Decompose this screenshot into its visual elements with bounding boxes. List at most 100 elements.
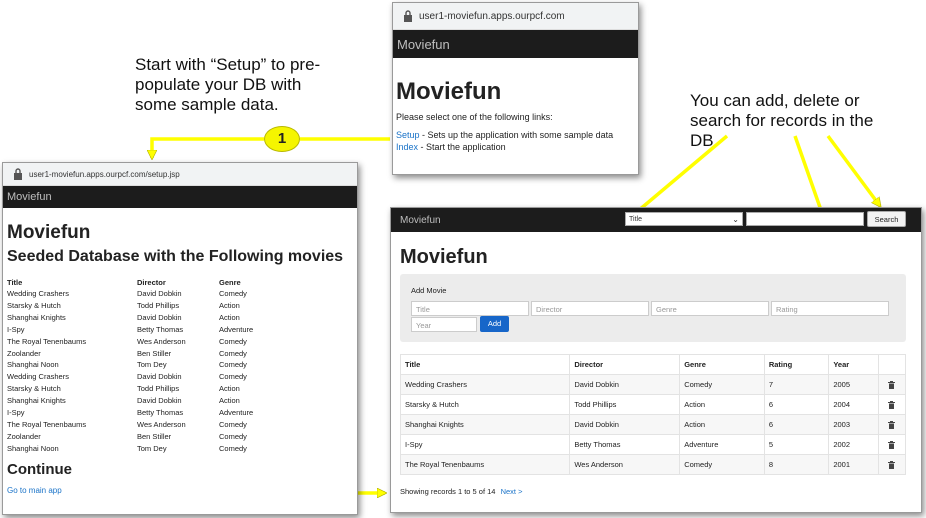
table-cell: Shanghai Noon — [7, 443, 59, 453]
table-cell: Wes Anderson — [137, 419, 186, 429]
main-app-link[interactable]: Go to main app — [7, 486, 357, 495]
search-select-value: Title — [629, 216, 642, 223]
app-browser-window: Moviefun Title ⌄ Search Moviefun Add Mov… — [390, 207, 922, 513]
add-callout: You can add, delete or search for record… — [690, 91, 920, 151]
table-cell: The Royal Tenenbaums — [7, 336, 87, 346]
page-title: Moviefun — [400, 246, 488, 268]
rating-input[interactable]: Rating — [771, 301, 889, 316]
url-bar[interactable]: user1-moviefun.apps.ourpcf.com/setup.jsp — [3, 163, 357, 186]
trash-icon[interactable] — [888, 440, 896, 449]
add-movie-panel: Add Movie Title Director Genre Rating Ye… — [400, 274, 906, 342]
table-cell: Wedding Crashers — [399, 374, 571, 395]
table-cell: Betty Thomas — [137, 408, 184, 418]
table-cell: Betty Thomas — [137, 324, 184, 334]
table-cell: The Royal Tenenbaums — [399, 454, 571, 475]
table-cell: Wes Anderson — [137, 336, 186, 346]
lock-icon — [404, 10, 412, 22]
table-cell: Comedy — [219, 443, 247, 453]
table-cell: The Royal Tenenbaums — [7, 419, 87, 429]
table-row: The Royal Tenenbaums Wes Anderson Comedy — [7, 336, 299, 348]
delete-cell — [877, 394, 907, 415]
table-row: The Royal Tenenbaums Wes Anderson Comedy — [7, 419, 299, 431]
table-cell: 2005 — [828, 374, 879, 395]
table-cell: Action — [219, 384, 240, 394]
brand[interactable]: Moviefun — [7, 191, 52, 203]
trash-icon[interactable] — [888, 420, 896, 429]
table-row: Wedding Crashers David Dobkin Comedy — [7, 371, 299, 383]
index-line: Index - Start the application — [396, 142, 638, 152]
table-cell: Action — [679, 414, 765, 435]
step-1-badge: 1 — [264, 126, 300, 152]
table-cell: 2002 — [828, 434, 879, 455]
arrow-1-down — [152, 137, 264, 158]
callout-line: some sample data. — [135, 95, 279, 114]
table-cell: Shanghai Knights — [399, 414, 571, 435]
page-title: Moviefun — [7, 222, 91, 243]
trash-icon[interactable] — [888, 380, 896, 389]
table-cell: Tom Dey — [137, 443, 167, 453]
year-input[interactable]: Year — [411, 317, 477, 332]
table-cell: Shanghai Knights — [7, 396, 66, 406]
table-cell: Action — [679, 394, 765, 415]
table-cell: Shanghai Noon — [7, 360, 59, 370]
table-cell: Ben Stiller — [137, 431, 172, 441]
url-bar[interactable]: user1-moviefun.apps.ourpcf.com — [393, 3, 638, 30]
column-header — [877, 354, 907, 375]
table-cell: 2004 — [828, 394, 879, 415]
brand[interactable]: Moviefun — [400, 215, 441, 226]
table-row: I-Spy Betty Thomas Adventure 5 2002 — [399, 434, 907, 455]
next-link[interactable]: Next > — [501, 487, 523, 496]
director-input[interactable]: Director — [531, 301, 649, 316]
search-field-select[interactable]: Title ⌄ — [625, 212, 743, 226]
brand[interactable]: Moviefun — [397, 37, 450, 52]
table-cell: David Dobkin — [137, 312, 182, 322]
callout-line: You can add, delete or — [690, 91, 860, 110]
continue-heading: Continue — [7, 460, 72, 478]
table-cell: Starsky & Hutch — [7, 300, 61, 310]
page-title: Moviefun — [396, 78, 502, 105]
table-row: Zoolander Ben Stiller Comedy — [7, 431, 299, 443]
table-cell: 6 — [763, 414, 830, 435]
table-row: Zoolander Ben Stiller Comedy — [7, 348, 299, 360]
column-header: Year — [828, 354, 879, 375]
lock-icon — [14, 168, 22, 180]
genre-input[interactable]: Genre — [651, 301, 769, 316]
setup-link[interactable]: Setup — [396, 130, 420, 140]
table-cell: I-Spy — [7, 324, 25, 334]
table-row: I-Spy Betty Thomas Adventure — [7, 407, 299, 419]
table-cell: Comedy — [219, 336, 247, 346]
table-row: The Royal Tenenbaums Wes Anderson Comedy 8 2… — [399, 454, 907, 475]
trash-icon[interactable] — [888, 460, 896, 469]
table-cell: Comedy — [679, 454, 765, 475]
table-cell: 8 — [763, 454, 830, 475]
table-cell: Adventure — [219, 324, 254, 334]
showing-text: Showing records 1 to 5 of 14 — [400, 487, 496, 496]
search-button[interactable]: Search — [867, 211, 906, 227]
delete-cell — [877, 434, 907, 455]
table-row: Wedding Crashers David Dobkin Comedy — [7, 288, 299, 300]
table-row: Starsky & Hutch Todd Phillips Action — [7, 383, 299, 395]
table-cell: Zoolander — [7, 348, 41, 358]
table-row: I-Spy Betty Thomas Adventure — [7, 324, 299, 336]
add-button[interactable]: Add — [480, 316, 509, 332]
trash-icon[interactable] — [888, 400, 896, 409]
table-cell: David Dobkin — [137, 396, 182, 406]
table-cell: 7 — [763, 374, 830, 395]
records-table: Title Director Genre Rating Year Wedding… — [399, 354, 907, 475]
table-cell: Adventure — [219, 408, 254, 418]
column-header: Director — [137, 277, 166, 287]
table-cell: Betty Thomas — [569, 434, 681, 455]
table-cell: I-Spy — [7, 408, 25, 418]
title-input[interactable]: Title — [411, 301, 529, 316]
table-cell: Comedy — [219, 348, 247, 358]
callout-line: Start with “Setup” to pre- — [135, 55, 321, 74]
table-cell: David Dobkin — [137, 289, 182, 298]
index-link[interactable]: Index — [396, 142, 418, 152]
table-row: Starsky & Hutch Todd Phillips Action 6 2004 — [399, 394, 907, 415]
table-cell: Tom Dey — [137, 360, 167, 370]
delete-cell — [877, 454, 907, 475]
table-cell: Wedding Crashers — [7, 289, 69, 298]
table-row: Shanghai Noon Tom Dey Comedy — [7, 443, 299, 455]
search-input[interactable] — [746, 212, 864, 226]
table-cell: Comedy — [219, 289, 247, 298]
